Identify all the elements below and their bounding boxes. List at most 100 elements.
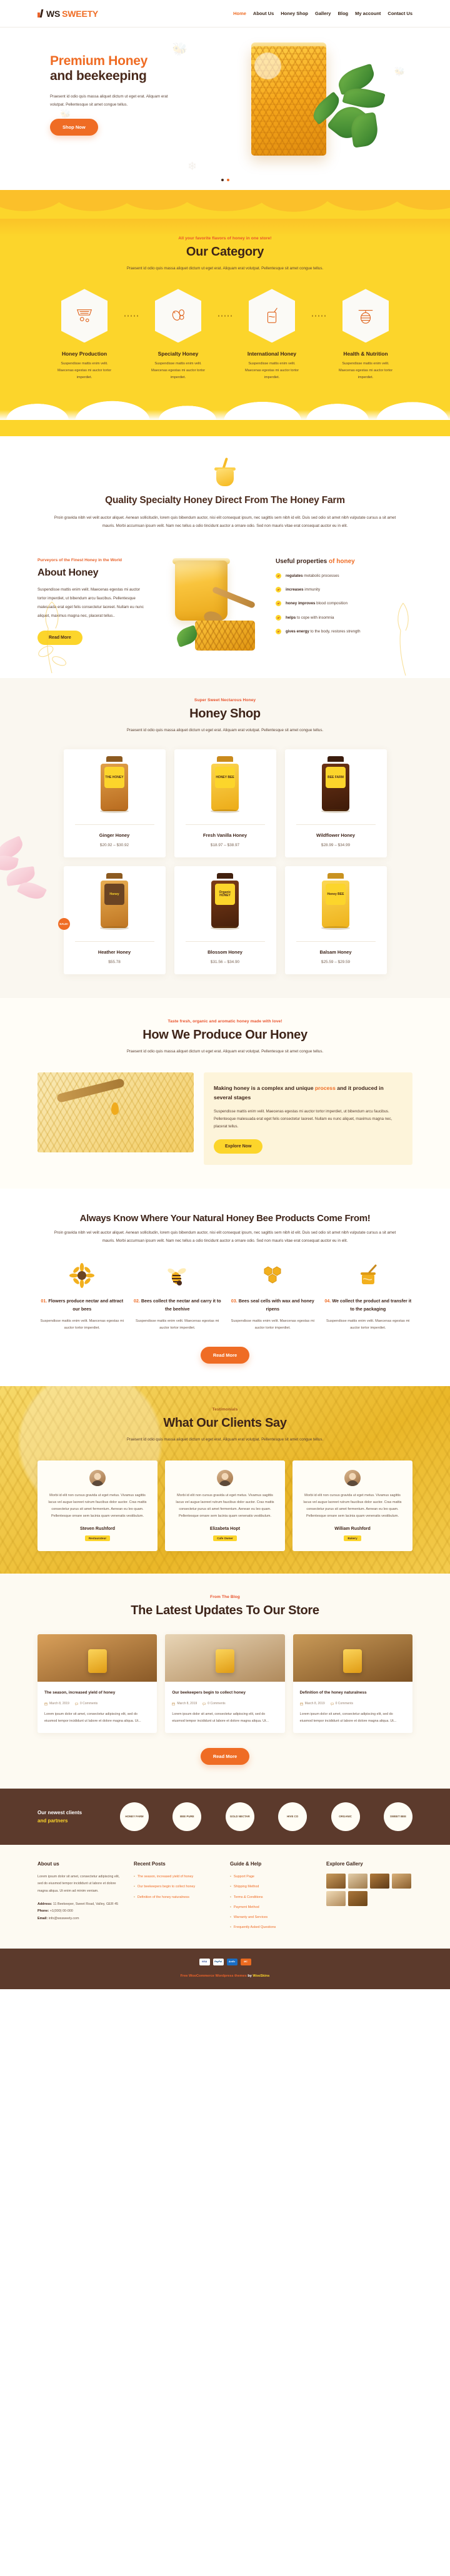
- site-header: WS SWEETY Home About Us Honey Shop Galle…: [0, 0, 450, 27]
- property-item: gives energy to the body, restores stren…: [276, 628, 401, 634]
- footer-gallery-grid[interactable]: [326, 1874, 412, 1907]
- nav-item-honey-shop[interactable]: Honey Shop: [281, 11, 308, 16]
- nav-item-blog[interactable]: Blog: [338, 11, 348, 16]
- nav-item-about-us[interactable]: About Us: [253, 11, 274, 16]
- product-jar-image: BEE FARM: [321, 756, 350, 814]
- address-value: 11 Beekeeper, Sweet Road, Valley, GER 45: [52, 1902, 119, 1907]
- footer-link[interactable]: Payment Method: [230, 1904, 316, 1910]
- nav-item-home[interactable]: Home: [233, 11, 246, 16]
- footer-link[interactable]: Support Page: [230, 1874, 316, 1880]
- calendar-icon: [172, 1702, 176, 1705]
- main-navigation[interactable]: Home About Us Honey Shop Gallery Blog My…: [233, 11, 412, 16]
- testimonial-name: William Rushford: [334, 1526, 371, 1531]
- blog-read-more-button[interactable]: Read More: [200, 1748, 250, 1765]
- footer-link[interactable]: Terms & Conditions: [230, 1894, 316, 1900]
- product-price: $20.92 – $30.92: [99, 843, 129, 848]
- brand-logo[interactable]: HIVE CO: [278, 1802, 308, 1832]
- product-price: $25.59 – $29.59: [321, 960, 351, 965]
- honey-shop-section: Super Sweet Nectarous Honey Honey Shop P…: [0, 677, 450, 999]
- footer-guide-list: Support Page Shipping Method Terms & Con…: [230, 1874, 316, 1931]
- nav-item-gallery[interactable]: Gallery: [315, 11, 331, 16]
- footer-guide-column: Guide & Help Support Page Shipping Metho…: [230, 1861, 316, 1935]
- comment-icon: [330, 1702, 334, 1705]
- avatar: [89, 1469, 106, 1486]
- explore-now-button[interactable]: Explore Now: [214, 1139, 263, 1154]
- slider-dot-1[interactable]: [221, 179, 224, 181]
- product-price: $55.78: [108, 960, 121, 965]
- blog-post-card[interactable]: The season, increased yield of honey Mar…: [38, 1634, 158, 1734]
- gallery-thumb[interactable]: [326, 1891, 346, 1907]
- blog-post-card[interactable]: Definition of the honey naturalness Marc…: [292, 1634, 412, 1734]
- product-jar-image: THE HONEY: [100, 756, 129, 814]
- brand-logo[interactable]: HONEY FARM: [120, 1802, 149, 1832]
- honeycomb-icon: [258, 1261, 287, 1290]
- check-icon: [276, 628, 281, 634]
- copyright-text: Free WooCommerce Wordpress themes by Woo…: [180, 1974, 270, 1978]
- brand-logo[interactable]: SWEET BEE: [383, 1802, 412, 1832]
- testimonials-eyebrow: Testimonials: [212, 1407, 238, 1412]
- blog-comments: 0 Comments: [75, 1702, 98, 1705]
- nav-item-contact-us[interactable]: Contact Us: [388, 11, 412, 16]
- brand-logo[interactable]: ORGANIC: [331, 1802, 360, 1832]
- category-card[interactable]: Health & Nutrition Suspendisse mattis en…: [327, 289, 404, 381]
- blog-date: March 8, 2019: [44, 1702, 69, 1705]
- gallery-thumb[interactable]: [348, 1874, 368, 1889]
- blog-post-title[interactable]: Our beekeepers begin to collect honey: [172, 1689, 278, 1696]
- testimonial-role: Restaurateur: [84, 1535, 111, 1541]
- category-card[interactable]: International Honey Suspendisse mattis e…: [233, 289, 311, 381]
- gallery-thumb[interactable]: [392, 1874, 411, 1889]
- product-card[interactable]: BEE FARM Wildflower Honey $28.99 – $34.9…: [284, 749, 387, 858]
- about-eyebrow: Purveyors of the Finest Honey in the Wor…: [38, 557, 122, 562]
- email-label: Email:: [38, 1916, 48, 1920]
- blog-eyebrow: From The Blog: [210, 1594, 240, 1599]
- steps-read-more-button[interactable]: Read More: [200, 1347, 250, 1364]
- blog-post-card[interactable]: Our beekeepers begin to collect honey Ma…: [165, 1634, 285, 1734]
- hero-slider-dots[interactable]: [0, 179, 450, 181]
- gallery-thumb[interactable]: [370, 1874, 389, 1889]
- bee-flying-icon: [163, 1261, 192, 1290]
- honeycomb-hero-image: [245, 40, 389, 174]
- footer-link[interactable]: Definition of the honey naturalness: [134, 1894, 220, 1900]
- site-logo[interactable]: WS SWEETY: [38, 9, 98, 19]
- blog-post-title[interactable]: The season, increased yield of honey: [44, 1689, 150, 1696]
- blog-post-meta: March 8, 2019 0 Comments: [44, 1702, 150, 1705]
- footer-link[interactable]: Warranty and Services: [230, 1914, 316, 1920]
- gallery-thumb[interactable]: [348, 1891, 368, 1907]
- produce-info-box: Making honey is a complex and unique pro…: [204, 1072, 412, 1166]
- product-card[interactable]: Organic HONEY Blossom Honey $31.56 – $34…: [174, 866, 276, 975]
- step-card: 01. Flowers produce nectar and attract o…: [38, 1261, 127, 1332]
- category-card[interactable]: Honey Production Suspendisse mattis enim…: [46, 289, 123, 381]
- product-price: $31.56 – $34.90: [210, 960, 240, 965]
- footer-link[interactable]: Frequently Asked Questions: [230, 1924, 316, 1930]
- footer-link[interactable]: Our beekeepers begin to collect honey: [134, 1884, 220, 1890]
- category-card[interactable]: Specialty Honey Suspendisse mattis enim …: [139, 289, 217, 381]
- wooskins-link[interactable]: WooSkins: [252, 1974, 269, 1978]
- dot-separator: [123, 289, 139, 317]
- address-label: Address:: [38, 1902, 52, 1907]
- nav-item-my-account[interactable]: My account: [355, 11, 381, 16]
- brand-logo[interactable]: BEE PURE: [172, 1802, 202, 1832]
- blog-post-title[interactable]: Definition of the honey naturalness: [300, 1689, 406, 1696]
- steps-title: Always Know Where Your Natural Honey Bee…: [79, 1213, 371, 1224]
- brand-logo[interactable]: GOLD NECTAR: [225, 1802, 254, 1832]
- blog-date: March 8, 2019: [299, 1702, 325, 1705]
- category-list: Honey Production Suspendisse mattis enim…: [38, 289, 412, 381]
- blog-post-meta: March 8, 2019 0 Comments: [172, 1702, 278, 1705]
- sale-badge: SALE!: [58, 918, 70, 931]
- slider-dot-2[interactable]: [226, 179, 229, 181]
- product-card[interactable]: HONEY BEE Fresh Vanilla Honey $18.97 – $…: [174, 749, 276, 858]
- footer-link[interactable]: Shipping Method: [230, 1884, 316, 1890]
- gallery-thumb[interactable]: [326, 1874, 346, 1889]
- hero-shop-now-button[interactable]: Shop Now: [50, 119, 98, 136]
- category-subtitle: Praesent id odio quis massa aliquet dict…: [126, 266, 324, 271]
- product-card[interactable]: THE HONEY Ginger Honey $20.92 – $30.92: [63, 749, 166, 858]
- product-card[interactable]: Honey BEE Balsam Honey $25.59 – $29.59: [284, 866, 387, 975]
- testimonials-subtitle: Praesent id odio quis massa aliquet dict…: [126, 1437, 324, 1442]
- steps-subtitle: Proin gravida nibh vel velit auctor aliq…: [54, 1231, 396, 1243]
- blog-section: From The Blog The Latest Updates To Our …: [0, 1573, 450, 1789]
- footer-link[interactable]: The season, increased yield of honey: [134, 1874, 220, 1880]
- testimonial-role: Bakery: [344, 1535, 361, 1541]
- testimonial-name: Steven Rushford: [79, 1526, 115, 1531]
- properties-list: regulates metabolic processes increases …: [276, 572, 401, 634]
- product-card[interactable]: SALE! Honey Heather Honey $55.78: [58, 866, 166, 975]
